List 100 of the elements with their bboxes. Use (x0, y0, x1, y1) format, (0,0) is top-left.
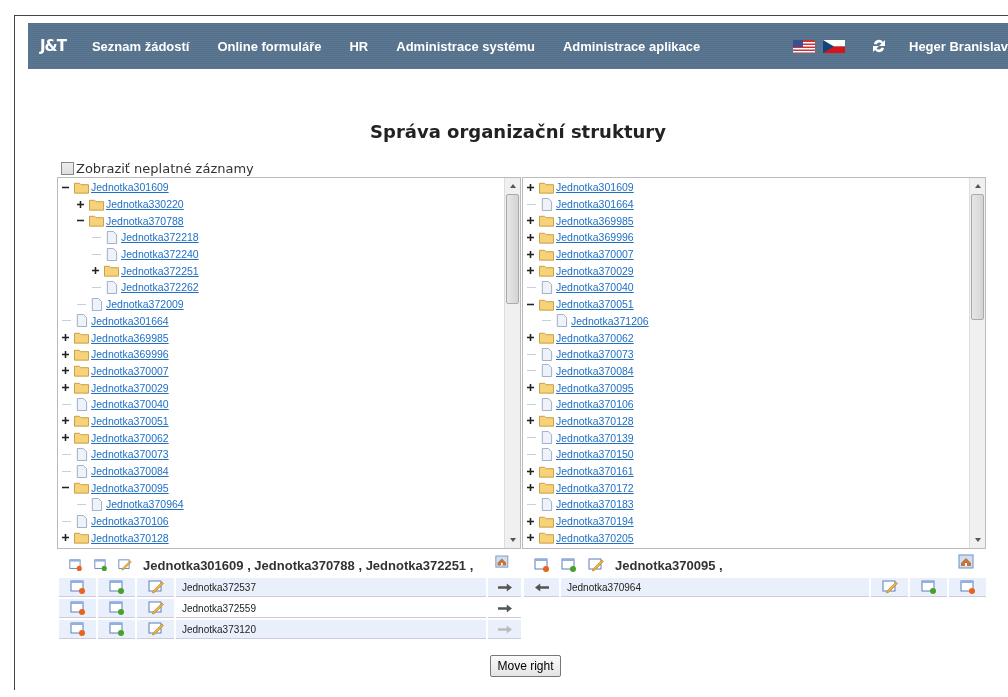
add-unit-button[interactable] (98, 620, 135, 639)
menu-item[interactable]: Administrace aplikace (563, 38, 701, 54)
checkbox[interactable] (61, 161, 74, 175)
tree-node-link[interactable]: Jednotka370150 (556, 448, 634, 461)
tree-node-link[interactable]: Jednotka370183 (556, 498, 634, 511)
expand-icon[interactable] (62, 534, 69, 542)
remove-unit-button[interactable] (59, 620, 96, 639)
tree-node-link[interactable]: Jednotka372240 (121, 248, 199, 261)
edit-icon[interactable] (588, 557, 604, 573)
tree-node-link[interactable]: Jednotka301609 (556, 181, 634, 194)
tree-node-link[interactable]: Jednotka369985 (91, 331, 169, 344)
tree-node-link[interactable]: Jednotka369996 (556, 231, 634, 244)
tree-node-link[interactable]: Jednotka370205 (556, 531, 634, 544)
home-icon[interactable] (958, 554, 974, 570)
tree-node-link[interactable]: Jednotka369985 (556, 214, 634, 227)
expand-icon[interactable] (527, 484, 534, 492)
tree-node-link[interactable]: Jednotka370139 (556, 431, 634, 444)
tree-node-link[interactable]: Jednotka330220 (106, 198, 184, 211)
home-icon[interactable] (495, 554, 509, 570)
expand-icon[interactable] (92, 267, 99, 275)
menu-item[interactable]: HR (349, 38, 369, 54)
expand-icon[interactable] (527, 267, 534, 275)
expand-icon[interactable] (527, 217, 534, 225)
selected-path: Jednotka301609 , Jednotka370788 , Jednotka372251 , (143, 557, 474, 573)
remove-unit-icon[interactable] (534, 557, 550, 573)
tree-node-link[interactable]: Jednotka370051 (556, 298, 634, 311)
expand-icon[interactable] (62, 384, 69, 392)
tree-node-link[interactable]: Jednotka370084 (556, 364, 634, 377)
expand-icon[interactable] (77, 200, 84, 208)
menu-item[interactable]: Seznam žádostí (91, 38, 190, 54)
move-right-button[interactable]: Move right (490, 655, 561, 677)
remove-unit-button[interactable] (949, 578, 986, 597)
tree-node-link[interactable]: Jednotka301609 (91, 181, 169, 194)
tree-node-link[interactable]: Jednotka371206 (571, 314, 649, 327)
tree-node-link[interactable]: Jednotka370161 (556, 465, 634, 478)
tree-node-link[interactable]: Jednotka370040 (556, 281, 634, 294)
tree-node-link[interactable]: Jednotka370007 (556, 248, 634, 261)
tree-node-link[interactable]: Jednotka370964 (106, 498, 184, 511)
scrollbar[interactable] (504, 178, 520, 548)
tree-node-link[interactable]: Jednotka370128 (91, 531, 169, 544)
expand-icon[interactable] (527, 517, 534, 525)
tree-node-link[interactable]: Jednotka372251 (121, 264, 199, 277)
tree-node-link[interactable]: Jednotka370073 (556, 348, 634, 361)
tree-node-link[interactable]: Jednotka301664 (91, 314, 169, 327)
tree-node-link[interactable]: Jednotka370062 (556, 331, 634, 344)
tree-node-link[interactable]: Jednotka370194 (556, 515, 634, 528)
tree-node-link[interactable]: Jednotka370095 (91, 481, 169, 494)
expand-icon[interactable] (62, 367, 69, 375)
tree-node-link[interactable]: Jednotka370040 (91, 398, 169, 411)
move-left-button[interactable] (524, 578, 559, 597)
tree-node-link[interactable]: Jednotka370106 (556, 398, 634, 411)
expand-icon[interactable] (527, 183, 534, 191)
expand-icon[interactable] (62, 334, 69, 342)
expand-icon[interactable] (527, 233, 534, 241)
add-unit-icon[interactable] (561, 557, 577, 573)
czech-flag-icon[interactable] (823, 39, 845, 53)
tree-node-link[interactable]: Jednotka369996 (91, 348, 169, 361)
tree-node-link[interactable]: Jednotka370029 (91, 381, 169, 394)
expand-icon[interactable] (527, 334, 534, 342)
folder-icon (539, 514, 554, 528)
tree-node-link[interactable]: Jednotka372218 (121, 231, 199, 244)
remove-unit-icon[interactable] (69, 557, 83, 573)
tree-node-link[interactable]: Jednotka370073 (91, 448, 169, 461)
menu-item[interactable]: Administrace systému (396, 38, 535, 54)
logo[interactable]: J&T (40, 37, 66, 55)
add-unit-icon[interactable] (93, 557, 108, 573)
tree-node-link[interactable]: Jednotka301664 (556, 198, 634, 211)
expand-icon[interactable] (62, 417, 69, 425)
folder-icon (89, 214, 104, 228)
expand-icon[interactable] (62, 434, 69, 442)
user-name[interactable]: Heger Branislav (909, 38, 1008, 54)
tree-node-link[interactable]: Jednotka370788 (106, 214, 184, 227)
remove-unit-button[interactable] (59, 599, 96, 618)
edit-icon[interactable] (118, 557, 133, 573)
refresh-icon[interactable] (871, 38, 887, 54)
expand-icon[interactable] (527, 384, 534, 392)
expand-icon[interactable] (527, 467, 534, 475)
add-unit-button[interactable] (98, 599, 135, 618)
scrollbar[interactable] (969, 178, 985, 548)
tree-node-link[interactable]: Jednotka370095 (556, 381, 634, 394)
english-flag-icon[interactable] (793, 39, 815, 53)
add-unit-button[interactable] (98, 578, 135, 597)
expand-icon[interactable] (527, 250, 534, 258)
expand-icon[interactable] (62, 350, 69, 358)
expand-icon[interactable] (527, 417, 534, 425)
tree-node-link[interactable]: Jednotka372009 (106, 298, 184, 311)
tree-node-link[interactable]: Jednotka370051 (91, 414, 169, 427)
tree-node-link[interactable]: Jednotka370128 (556, 414, 634, 427)
add-unit-button[interactable] (910, 578, 947, 597)
tree-node-link[interactable]: Jednotka370106 (91, 515, 169, 528)
menu-item[interactable]: Online formuláře (217, 38, 322, 54)
expand-icon[interactable] (527, 534, 534, 542)
tree-node-link[interactable]: Jednotka370084 (91, 465, 169, 478)
remove-unit-button[interactable] (59, 578, 96, 597)
tree-node-link[interactable]: Jednotka370062 (91, 431, 169, 444)
tree-node-link[interactable]: Jednotka370007 (91, 364, 169, 377)
tree-node-link[interactable]: Jednotka372262 (121, 281, 199, 294)
tree-node-link[interactable]: Jednotka370172 (556, 481, 634, 494)
move-right-button[interactable] (488, 578, 521, 597)
tree-node-link[interactable]: Jednotka370029 (556, 264, 634, 277)
